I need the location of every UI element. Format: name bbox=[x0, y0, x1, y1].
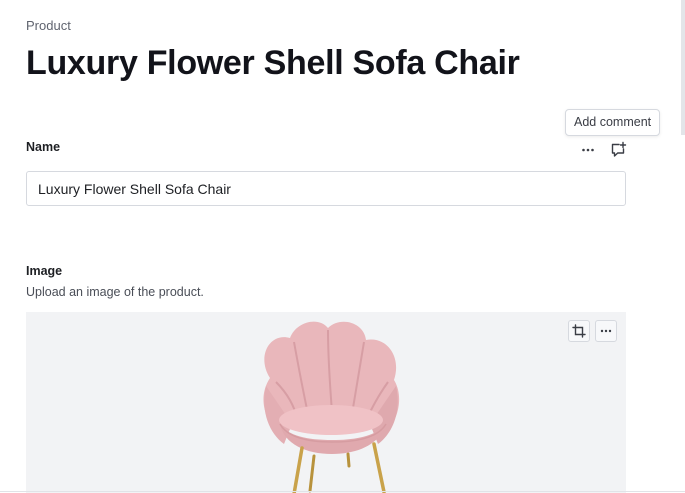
page-title: Luxury Flower Shell Sofa Chair bbox=[26, 44, 520, 82]
breadcrumb[interactable]: Product bbox=[26, 18, 71, 33]
more-horizontal-icon[interactable] bbox=[595, 320, 617, 342]
document-page: Product Luxury Flower Shell Sofa Chair A… bbox=[0, 0, 685, 493]
name-field[interactable] bbox=[26, 171, 626, 206]
scrollbar[interactable] bbox=[681, 0, 685, 135]
add-comment-icon[interactable] bbox=[608, 140, 628, 160]
name-field-label: Name bbox=[26, 140, 61, 154]
image-preview[interactable] bbox=[26, 312, 626, 493]
image-field-description: Upload an image of the product. bbox=[26, 285, 204, 299]
image-field-label: Image bbox=[26, 264, 63, 278]
divider bbox=[0, 491, 685, 492]
name-field-actions bbox=[578, 140, 628, 160]
crop-icon[interactable] bbox=[568, 320, 590, 342]
image-tools bbox=[568, 320, 617, 342]
add-comment-tooltip: Add comment bbox=[565, 109, 661, 136]
product-image bbox=[263, 321, 400, 493]
more-horizontal-icon[interactable] bbox=[578, 140, 598, 160]
